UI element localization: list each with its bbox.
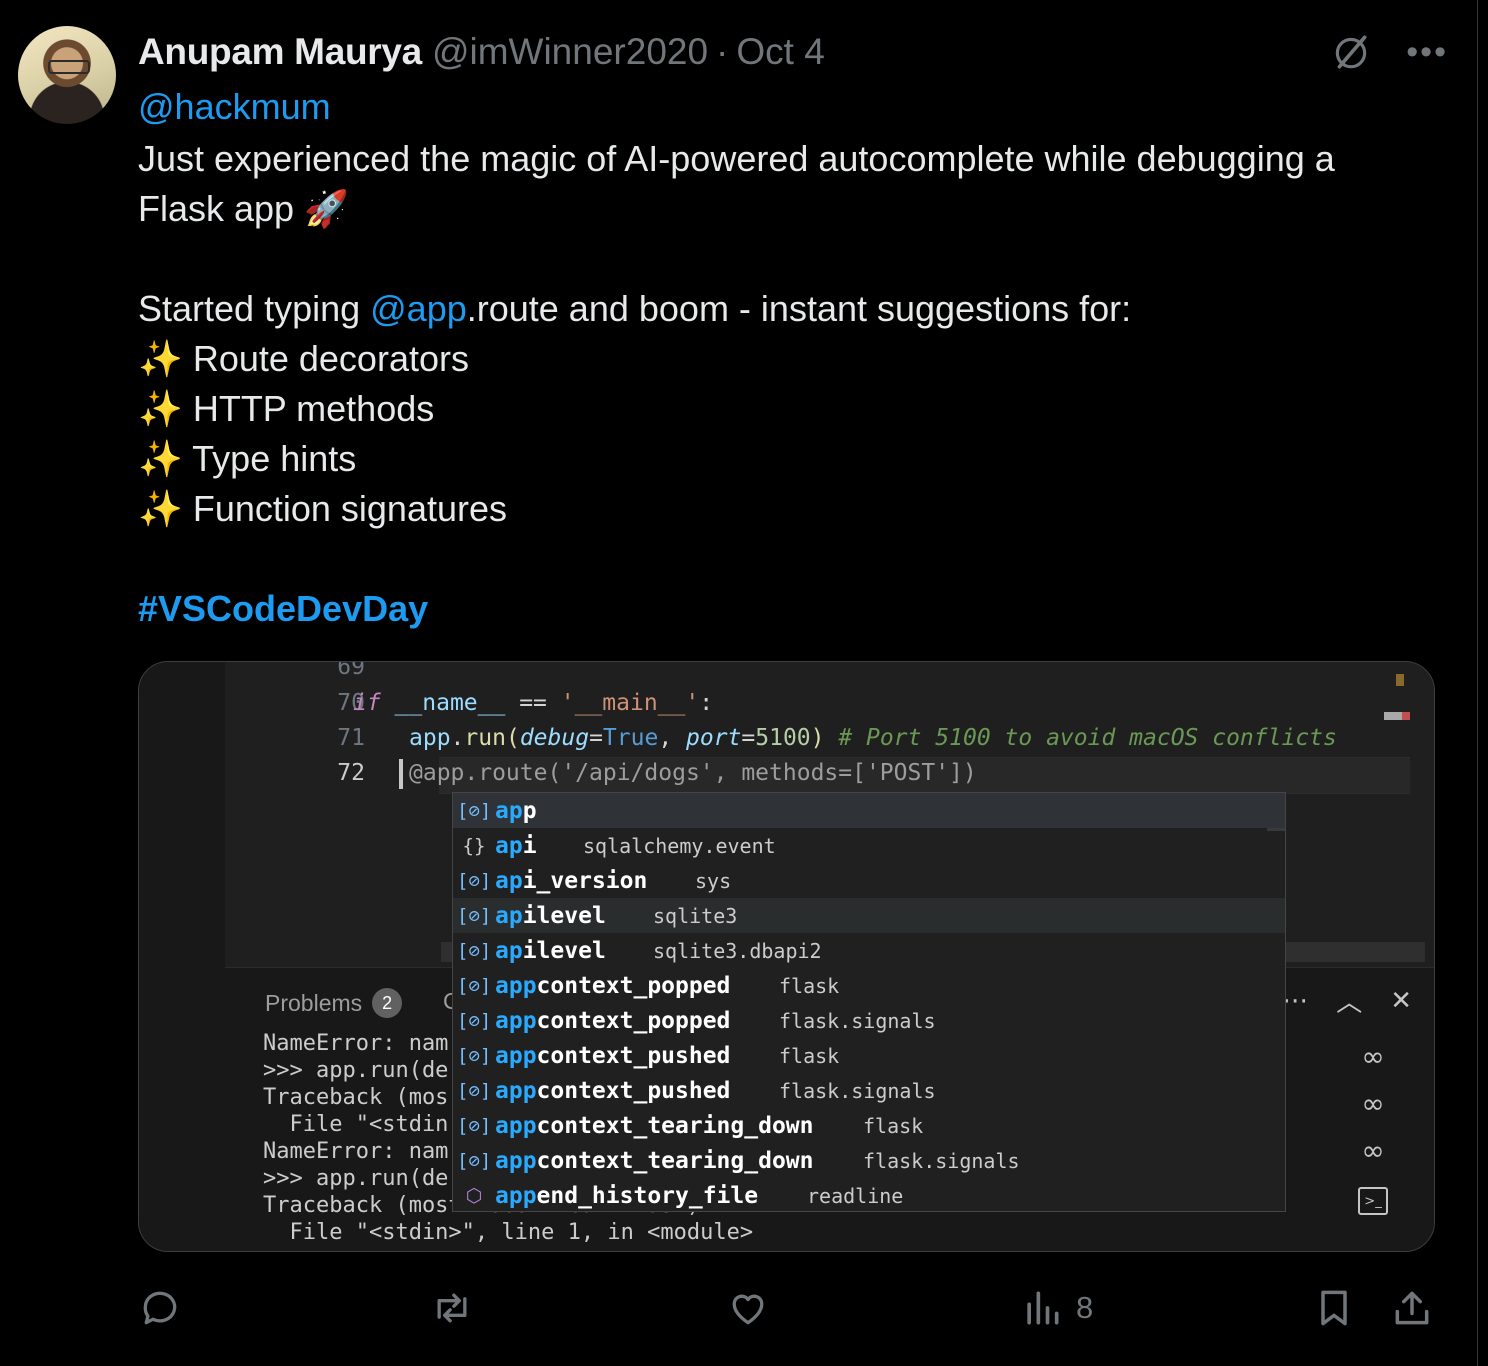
variable-icon: [⊘]	[457, 1149, 492, 1172]
like-icon	[732, 1294, 764, 1325]
tweet-date[interactable]: Oct 4	[736, 31, 824, 73]
tab-problems[interactable]: Problems 2	[265, 988, 403, 1018]
line-number: 69	[337, 661, 365, 680]
line-number: 71	[337, 725, 365, 751]
suggestion-item[interactable]: [⊘] api_version sys	[453, 863, 1285, 898]
views-count: 8	[1076, 1290, 1094, 1325]
code-line-71: app.run(debug=True, port=5100) # Port 51…	[409, 725, 1337, 751]
code-line-72[interactable]: @app.route('/api/dogs', methods=['POST']…	[409, 760, 977, 786]
share-button[interactable]	[1390, 1280, 1434, 1336]
terminal-session-icon[interactable]: ∞	[1361, 1134, 1384, 1167]
author-name[interactable]: Anupam Maurya	[138, 31, 422, 73]
suggestion-item[interactable]: {} api sqlalchemy.event	[453, 828, 1285, 863]
like-button[interactable]	[726, 1280, 770, 1336]
avatar[interactable]	[18, 26, 116, 124]
grok-icon[interactable]	[1330, 31, 1372, 73]
repost-icon	[437, 1293, 467, 1323]
variable-icon: [⊘]	[457, 1079, 492, 1102]
autocomplete-suggestions: [⊘] app {} api sqlalchemy.event [⊘] api_vers…	[452, 792, 1286, 1212]
code-line-70: if __name__ == '__main__':	[353, 690, 714, 716]
gutter-cursor	[399, 759, 403, 789]
author-handle[interactable]: @imWinner2020	[432, 31, 708, 73]
variable-icon: [⊘]	[457, 904, 492, 927]
views-button[interactable]: 8	[1020, 1280, 1093, 1336]
app-mention-link[interactable]: @app	[370, 288, 467, 329]
tweet-header: Anupam Maurya @imWinner2020 · Oct 4 •••	[138, 26, 1448, 78]
function-cube-icon: ⬡	[465, 1184, 483, 1207]
bookmark-icon	[1321, 1290, 1347, 1326]
bullet-item: ✨ Type hints	[138, 438, 357, 479]
terminal-session-icon[interactable]: ∞	[1361, 1040, 1384, 1073]
variable-icon: [⊘]	[457, 1009, 492, 1032]
maximize-panel-icon[interactable]: ︿	[1336, 982, 1362, 1019]
module-icon: {}	[462, 834, 486, 857]
terminal-icon[interactable]: >_	[1358, 1187, 1388, 1215]
more-icon[interactable]: •••	[1406, 35, 1448, 69]
variable-icon: [⊘]	[457, 869, 492, 892]
tweet-line: Started typing @app.route and boom - ins…	[138, 288, 1132, 329]
share-icon	[1395, 1291, 1429, 1325]
bullet-item: ✨ Function signatures	[138, 488, 507, 529]
reply-mention[interactable]: @hackmum	[138, 86, 331, 128]
problems-count-badge: 2	[372, 988, 403, 1018]
tweet-media-screenshot[interactable]: 69 70 71 72 if __name__ == '__main__': a…	[138, 661, 1435, 1252]
hashtag-link[interactable]: #VSCodeDevDay	[138, 588, 428, 629]
bookmark-button[interactable]	[1312, 1280, 1356, 1336]
close-panel-icon[interactable]: ✕	[1390, 986, 1412, 1016]
tweet-line: Just experienced the magic of AI-powered…	[138, 138, 1335, 179]
reply-button[interactable]	[138, 1280, 182, 1336]
suggestion-item[interactable]: [⊘] appcontext_popped flask.signals	[453, 1003, 1285, 1038]
bullet-item: ✨ Route decorators	[138, 338, 469, 379]
suggestion-item[interactable]: ⬡ append_history_file readline	[453, 1178, 1285, 1213]
minimap-error-mark	[1402, 712, 1410, 720]
line-number-current: 72	[337, 760, 365, 786]
suggestion-item[interactable]: [⊘] appcontext_tearing_down flask.signals	[453, 1143, 1285, 1178]
panel-more-icon[interactable]: ⋯	[1282, 986, 1308, 1016]
variable-icon: [⊘]	[457, 799, 492, 822]
reply-icon	[143, 1291, 177, 1325]
variable-icon: [⊘]	[457, 1114, 492, 1137]
column-divider	[1477, 0, 1478, 1366]
tweet-text: Just experienced the magic of AI-powered…	[138, 134, 1448, 634]
tweet-actions: 8	[138, 1280, 1438, 1336]
variable-icon: [⊘]	[457, 1044, 492, 1067]
header-separator: ·	[716, 31, 729, 72]
suggestion-item[interactable]: [⊘] app	[453, 793, 1285, 828]
suggestion-item[interactable]: [⊘] appcontext_pushed flask	[453, 1038, 1285, 1073]
variable-icon: [⊘]	[457, 974, 492, 997]
suggestion-item[interactable]: [⊘] appcontext_tearing_down flask	[453, 1108, 1285, 1143]
views-icon	[1027, 1291, 1059, 1325]
activity-gutter	[139, 662, 225, 1251]
minimap-mark	[1396, 674, 1404, 686]
suggestion-item[interactable]: [⊘] appcontext_pushed flask.signals	[453, 1073, 1285, 1108]
bullet-item: ✨ HTTP methods	[138, 388, 435, 429]
suggestion-item[interactable]: [⊘] apilevel sqlite3.dbapi2	[453, 933, 1285, 968]
terminal-session-icon[interactable]: ∞	[1361, 1087, 1384, 1120]
suggestion-item[interactable]: [⊘] appcontext_popped flask	[453, 968, 1285, 1003]
variable-icon: [⊘]	[457, 939, 492, 962]
suggestion-item[interactable]: [⊘] apilevel sqlite3	[453, 898, 1285, 933]
repost-button[interactable]	[430, 1280, 474, 1336]
tweet-line: Flask app 🚀	[138, 188, 349, 229]
